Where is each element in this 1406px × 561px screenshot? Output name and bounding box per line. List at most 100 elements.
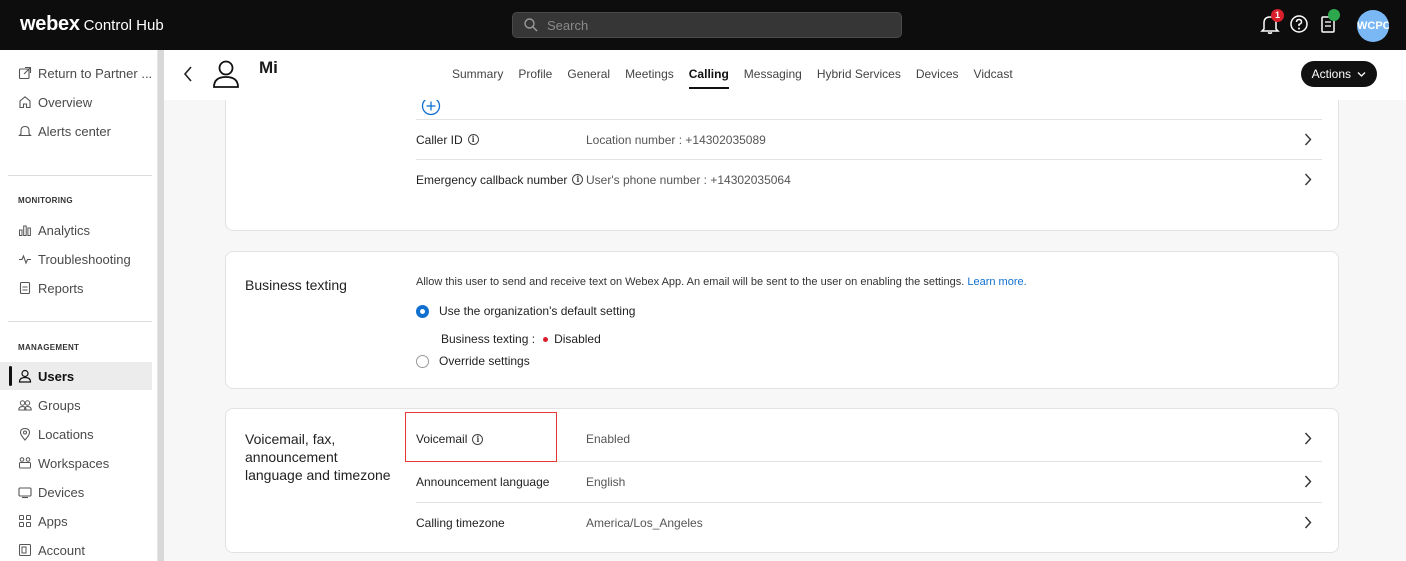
- tab-summary[interactable]: Summary: [452, 67, 503, 85]
- main-content: Caller ID i Location number : +1430203508…: [164, 100, 1406, 561]
- tasks-button[interactable]: [1317, 9, 1341, 37]
- chevron-right-icon: [1304, 475, 1312, 488]
- search-box[interactable]: [512, 12, 902, 38]
- caller-settings-card: Caller ID i Location number : +1430203508…: [225, 100, 1339, 231]
- announcement-language-value: English: [586, 474, 626, 489]
- actions-label: Actions: [1311, 67, 1351, 81]
- business-texting-status: Business texting : Disabled: [441, 332, 601, 346]
- tab-calling[interactable]: Calling: [688, 67, 729, 89]
- monitoring-section-label: MONITORING: [18, 196, 73, 205]
- calling-timezone-label: Calling timezone: [416, 515, 505, 530]
- sidebar-item-label: Troubleshooting: [38, 251, 131, 267]
- sidebar-item-label: Workspaces: [38, 455, 110, 471]
- voicemail-highlight-annotation: [405, 412, 557, 462]
- sidebar-item-label: Locations: [38, 426, 94, 442]
- sidebar-item-users[interactable]: Users: [0, 362, 152, 390]
- business-texting-description: Allow this user to send and receive text…: [416, 276, 1027, 288]
- announcement-language-row[interactable]: Announcement language English: [416, 461, 1322, 501]
- user-tabs: Summary Profile General Meetings Calling…: [452, 67, 1013, 89]
- sidebar-item-reports[interactable]: Reports: [0, 274, 152, 302]
- sidebar-item-return-to-partner[interactable]: Return to Partner ...: [0, 59, 152, 87]
- notification-badge: 1: [1271, 9, 1284, 22]
- sidebar: Return to Partner ... Overview Alerts ce…: [0, 50, 158, 561]
- override-settings-option[interactable]: Override settings: [416, 354, 530, 368]
- user-icon: [18, 369, 32, 383]
- devices-icon: [18, 487, 32, 499]
- search-input[interactable]: [547, 15, 887, 35]
- actions-button[interactable]: Actions: [1301, 61, 1377, 87]
- info-icon[interactable]: i: [572, 174, 584, 185]
- sidebar-item-label: Analytics: [38, 222, 91, 238]
- user-avatar-icon: [213, 60, 239, 88]
- radio-override[interactable]: [416, 354, 429, 368]
- sidebar-item-alerts-center[interactable]: Alerts center: [0, 117, 152, 145]
- sidebar-item-groups[interactable]: Groups: [0, 391, 152, 419]
- tab-hybrid-services[interactable]: Hybrid Services: [817, 67, 901, 85]
- sidebar-item-account[interactable]: Account: [0, 536, 152, 561]
- calling-timezone-value: America/Los_Angeles: [586, 515, 703, 530]
- sidebar-item-analytics[interactable]: Analytics: [0, 216, 152, 244]
- announcement-language-label: Announcement language: [416, 474, 550, 489]
- caller-id-row[interactable]: Caller ID i Location number : +1430203508…: [416, 119, 1322, 159]
- analytics-icon: [19, 225, 31, 236]
- radio-default-selected[interactable]: [416, 304, 429, 318]
- info-icon[interactable]: i: [467, 134, 479, 145]
- account-icon: [19, 544, 31, 556]
- emergency-callback-label: Emergency callback number: [416, 172, 568, 187]
- sidebar-item-label: Overview: [38, 94, 93, 110]
- back-arrow-icon[interactable]: [182, 64, 194, 84]
- sidebar-item-devices[interactable]: Devices: [0, 478, 152, 506]
- workspaces-icon: [19, 457, 31, 469]
- sidebar-item-troubleshooting[interactable]: Troubleshooting: [0, 245, 152, 273]
- chevron-right-icon: [1304, 432, 1312, 445]
- page-title: Mi: [259, 58, 278, 77]
- calling-timezone-row[interactable]: Calling timezone America/Los_Angeles: [416, 502, 1322, 542]
- business-texting-card: Business texting Allow this user to send…: [225, 251, 1339, 389]
- groups-icon: [18, 400, 32, 411]
- voicemail-card-title: Voicemail, fax, announcement language an…: [245, 431, 391, 483]
- sidebar-divider: [8, 175, 152, 176]
- brand-name: webex: [20, 13, 80, 35]
- business-texting-title: Business texting: [245, 277, 347, 293]
- sidebar-item-label: Devices: [38, 484, 85, 500]
- avatar[interactable]: WCPC: [1357, 10, 1389, 42]
- sidebar-item-workspaces[interactable]: Workspaces: [0, 449, 152, 477]
- chevron-right-icon: [1304, 173, 1312, 186]
- sidebar-item-label: Groups: [38, 397, 81, 413]
- notifications-button[interactable]: 1: [1259, 9, 1284, 37]
- location-icon: [19, 427, 31, 441]
- external-link-icon: [18, 66, 32, 80]
- chevron-right-icon: [1304, 133, 1312, 146]
- help-icon: [1290, 15, 1308, 33]
- brand-logo[interactable]: webex Control Hub: [20, 13, 164, 36]
- sidebar-item-label: Account: [38, 542, 85, 558]
- tab-devices[interactable]: Devices: [916, 67, 959, 85]
- sidebar-item-label: Return to Partner ...: [38, 65, 152, 81]
- search-icon: [524, 18, 538, 32]
- tab-vidcast[interactable]: Vidcast: [974, 67, 1013, 85]
- top-bar: webexControl Hub 1 WCPC: [0, 0, 1406, 50]
- pulse-icon: [19, 254, 31, 265]
- page-header: Mi Summary Profile General Meetings Call…: [164, 50, 1406, 100]
- sidebar-item-label: Users: [38, 368, 75, 384]
- voicemail-value: Enabled: [586, 432, 631, 446]
- management-section-label: MANAGEMENT: [18, 343, 80, 352]
- learn-more-link[interactable]: Learn more.: [967, 276, 1026, 288]
- document-icon: [19, 281, 31, 295]
- sidebar-item-overview[interactable]: Overview: [0, 88, 152, 116]
- status-dot: [543, 336, 549, 342]
- tab-profile[interactable]: Profile: [518, 67, 552, 85]
- emergency-callback-row[interactable]: Emergency callback number i User's phone …: [416, 159, 1322, 199]
- tab-general[interactable]: General: [567, 67, 610, 85]
- tab-messaging[interactable]: Messaging: [744, 67, 802, 85]
- sidebar-item-label: Reports: [38, 280, 84, 296]
- apps-icon: [19, 515, 31, 527]
- add-circle-icon[interactable]: [421, 100, 441, 116]
- help-button[interactable]: [1288, 13, 1312, 37]
- caller-id-value: Location number : +14302035089: [586, 132, 766, 147]
- tab-meetings[interactable]: Meetings: [625, 67, 674, 85]
- sidebar-divider: [8, 321, 152, 322]
- sidebar-item-apps[interactable]: Apps: [0, 507, 152, 535]
- default-setting-option[interactable]: Use the organization's default setting: [416, 304, 635, 318]
- sidebar-item-locations[interactable]: Locations: [0, 420, 152, 448]
